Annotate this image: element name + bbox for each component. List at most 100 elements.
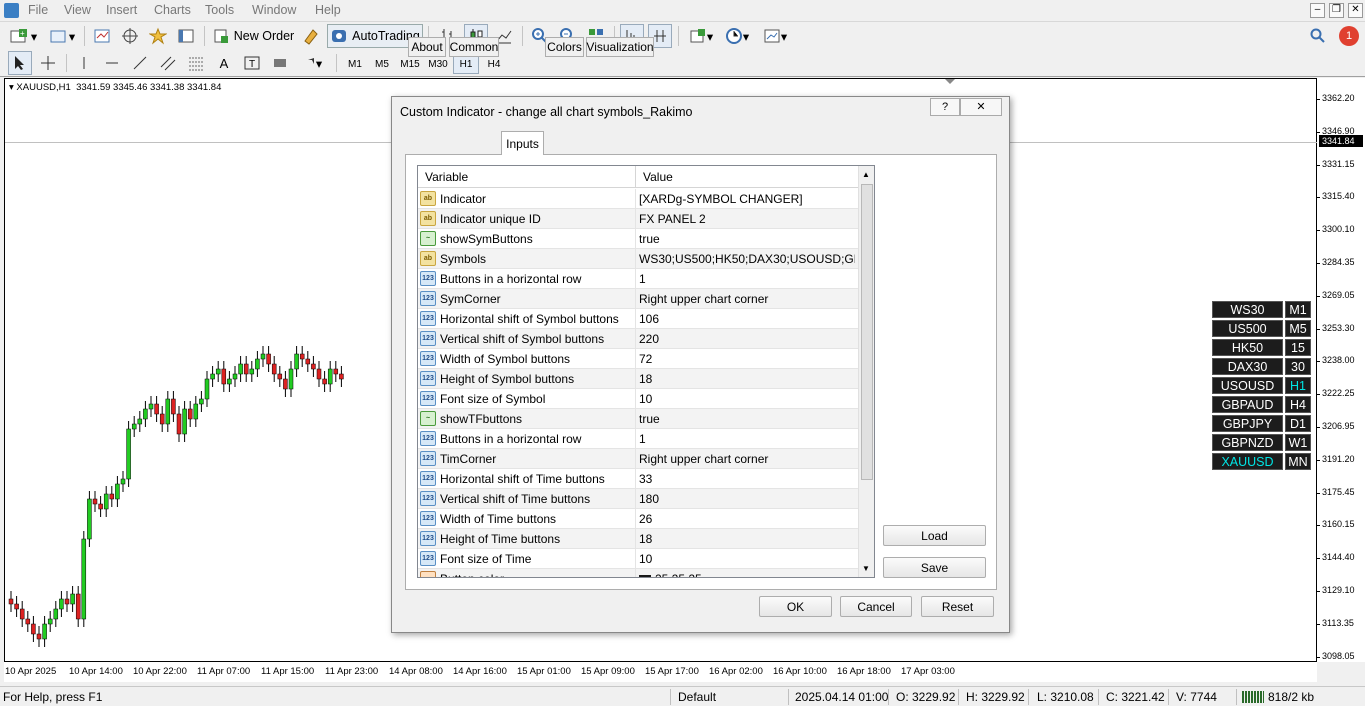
input-value[interactable]: 1 (639, 432, 855, 446)
menu-file[interactable]: File (28, 3, 48, 17)
tf-chart-button[interactable]: 15 (1285, 339, 1311, 356)
fibonacci-icon[interactable] (184, 51, 208, 75)
symbol-button[interactable]: XAUUSD (1212, 453, 1283, 470)
tf-m5[interactable]: M5 (369, 54, 395, 74)
input-row[interactable]: 123 Buttons in a horizontal row 1 (418, 269, 858, 289)
crosshair-icon[interactable] (36, 51, 60, 75)
reset-button[interactable]: Reset (921, 596, 994, 617)
tab-inputs[interactable]: Inputs (501, 131, 544, 155)
new-chart-icon[interactable]: + ▾ (6, 24, 40, 48)
input-row[interactable]: 123 Font size of Symbol 10 (418, 389, 858, 409)
tf-h4[interactable]: H4 (481, 54, 507, 74)
input-row[interactable]: 123 Vertical shift of Time buttons 180 (418, 489, 858, 509)
col-value[interactable]: Value (643, 170, 673, 184)
cursor-icon[interactable] (8, 51, 32, 75)
symbol-button[interactable]: GBPAUD (1212, 396, 1283, 413)
input-row[interactable]: ~ showTFbuttons true (418, 409, 858, 429)
menu-charts[interactable]: Charts (154, 3, 191, 17)
symbol-button[interactable]: HK50 (1212, 339, 1283, 356)
menu-insert[interactable]: Insert (106, 3, 137, 17)
tf-chart-button[interactable]: M1 (1285, 301, 1311, 318)
shift-marker-icon[interactable] (945, 79, 955, 84)
profiles-icon[interactable]: ▾ (46, 24, 78, 48)
text-label-icon[interactable]: T (240, 51, 264, 75)
scroll-thumb[interactable] (861, 184, 873, 480)
tf-chart-button[interactable]: MN (1285, 453, 1311, 470)
channel-icon[interactable] (156, 51, 180, 75)
input-value[interactable]: 72 (639, 352, 855, 366)
symbol-button[interactable]: GBPNZD (1212, 434, 1283, 451)
trendline-icon[interactable] (128, 51, 152, 75)
input-row[interactable]: ab Symbols WS30;US500;HK50;DAX30;USOUSD;GB… (418, 249, 858, 269)
tab-common[interactable]: Common (449, 37, 499, 57)
help-button[interactable]: ? (930, 98, 960, 116)
tf-chart-button[interactable]: W1 (1285, 434, 1311, 451)
save-button[interactable]: Save (883, 557, 986, 578)
input-value[interactable]: Right upper chart corner (639, 452, 855, 466)
templates-icon[interactable]: ▾ (758, 24, 792, 48)
dialog-close-button[interactable]: ✕ (960, 98, 1002, 116)
tf-chart-button[interactable]: H1 (1285, 377, 1311, 394)
load-button[interactable]: Load (883, 525, 986, 546)
input-row[interactable]: ab Indicator unique ID FX PANEL 2 (418, 209, 858, 229)
tf-h1[interactable]: H1 (453, 54, 479, 74)
input-value[interactable]: 18 (639, 532, 855, 546)
minimize-button[interactable]: – (1310, 3, 1325, 18)
tf-m15[interactable]: M15 (397, 54, 423, 74)
input-value[interactable]: 106 (639, 312, 855, 326)
tf-chart-button[interactable]: H4 (1285, 396, 1311, 413)
input-row[interactable]: ab Indicator [XARDg-SYMBOL CHANGER] (418, 189, 858, 209)
navigator-icon[interactable] (146, 24, 170, 48)
tab-about[interactable]: About (408, 37, 446, 57)
input-row[interactable]: 123 Horizontal shift of Symbol buttons 106 (418, 309, 858, 329)
input-value[interactable]: 33 (639, 472, 855, 486)
ok-button[interactable]: OK (759, 596, 832, 617)
status-profile[interactable]: Default (678, 690, 716, 704)
input-row[interactable]: Button color 25,25,25 (418, 569, 858, 577)
text-icon[interactable]: A (212, 51, 236, 75)
input-row[interactable]: 123 Buttons in a horizontal row 1 (418, 429, 858, 449)
vertical-line-icon[interactable] (72, 51, 96, 75)
input-row[interactable]: 123 Font size of Time 10 (418, 549, 858, 569)
cancel-button[interactable]: Cancel (840, 596, 912, 617)
input-row[interactable]: 123 Height of Time buttons 18 (418, 529, 858, 549)
tf-m30[interactable]: M30 (425, 54, 451, 74)
tab-colors[interactable]: Colors (545, 37, 584, 57)
shapes-icon[interactable] (268, 51, 292, 75)
metaeditor-icon[interactable] (299, 24, 323, 48)
input-value[interactable]: 18 (639, 372, 855, 386)
periods-icon[interactable]: ▾ (720, 24, 754, 48)
search-icon[interactable] (1308, 24, 1328, 48)
tf-m1[interactable]: M1 (342, 54, 368, 74)
input-value[interactable]: 10 (639, 552, 855, 566)
input-value[interactable]: [XARDg-SYMBOL CHANGER] (639, 192, 855, 206)
new-order-button[interactable]: New Order (210, 24, 296, 48)
menu-window[interactable]: Window (252, 3, 296, 17)
input-value[interactable]: 26 (639, 512, 855, 526)
symbol-button[interactable]: DAX30 (1212, 358, 1283, 375)
tf-chart-button[interactable]: 30 (1285, 358, 1311, 375)
horizontal-line-icon[interactable] (100, 51, 124, 75)
tab-visualization[interactable]: Visualization (586, 37, 654, 57)
input-row[interactable]: ~ showSymButtons true (418, 229, 858, 249)
input-value[interactable]: 180 (639, 492, 855, 506)
data-window-icon[interactable] (118, 24, 142, 48)
input-value[interactable]: Right upper chart corner (639, 292, 855, 306)
scroll-up-icon[interactable]: ▲ (862, 170, 870, 179)
notification-icon[interactable]: 1 (1336, 24, 1362, 48)
menu-tools[interactable]: Tools (205, 3, 234, 17)
symbol-button[interactable]: US500 (1212, 320, 1283, 337)
restore-button[interactable]: ❐ (1329, 3, 1344, 18)
input-row[interactable]: 123 Vertical shift of Symbol buttons 220 (418, 329, 858, 349)
input-row[interactable]: 123 Width of Symbol buttons 72 (418, 349, 858, 369)
app-logo-icon[interactable] (4, 3, 19, 18)
indicators-icon[interactable]: ▾ (684, 24, 718, 48)
input-row[interactable]: 123 Width of Time buttons 26 (418, 509, 858, 529)
input-value[interactable]: true (639, 412, 855, 426)
scroll-down-icon[interactable]: ▼ (862, 564, 870, 573)
close-button[interactable]: ✕ (1348, 3, 1363, 18)
symbol-button[interactable]: USOUSD (1212, 377, 1283, 394)
input-value[interactable]: 10 (639, 392, 855, 406)
symbol-button[interactable]: GBPJPY (1212, 415, 1283, 432)
input-value[interactable]: 1 (639, 272, 855, 286)
